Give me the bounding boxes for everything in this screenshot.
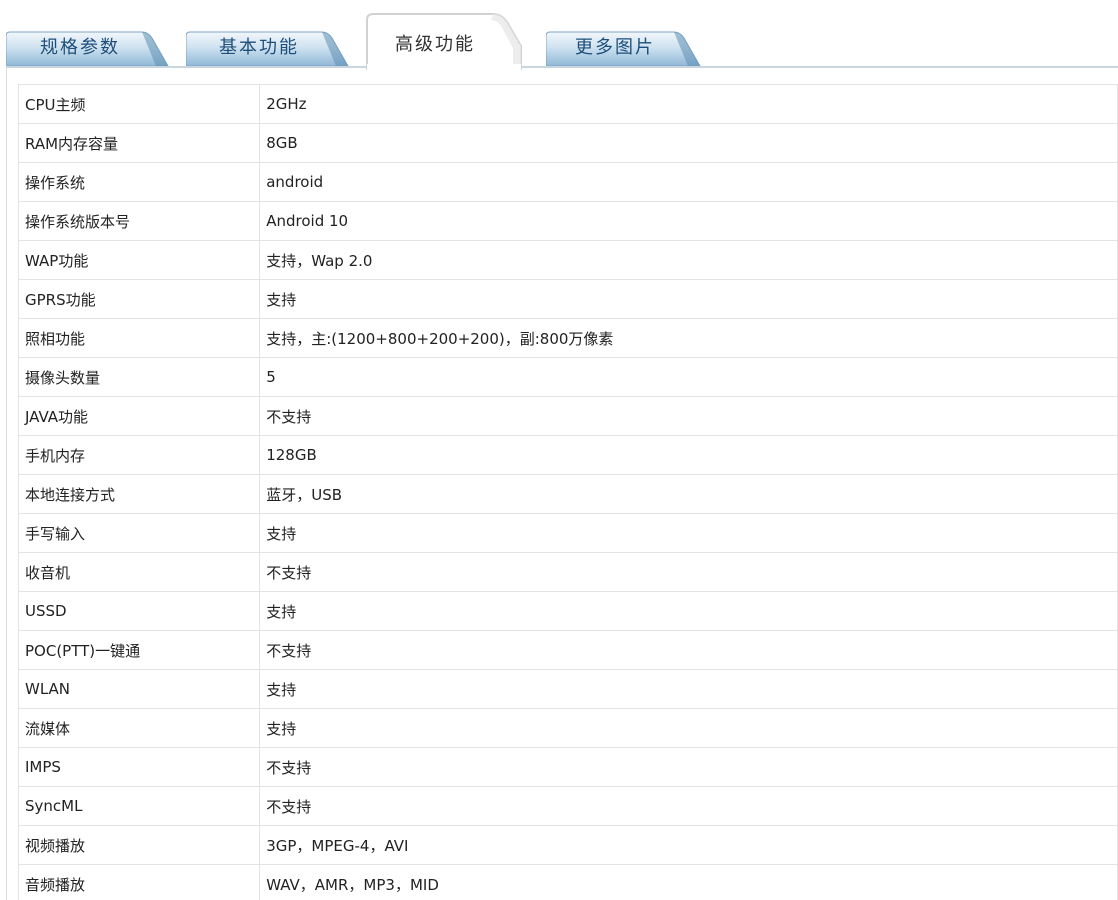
table-row: WAP功能 支持，Wap 2.0 [17, 240, 1118, 280]
spec-table: CPU主频 2GHz RAM内存容量 8GB 操作系统 android 操作系统版本号… [17, 84, 1118, 900]
table-row: CPU主频 2GHz [17, 84, 1118, 124]
spec-value: 3GP，MPEG-4，AVI [259, 825, 1118, 865]
spec-label: 操作系统版本号 [17, 201, 261, 241]
spec-value: 8GB [259, 123, 1118, 163]
table-row: JAVA功能 不支持 [17, 396, 1118, 436]
spec-value: 支持 [259, 513, 1118, 553]
table-row: USSD 支持 [17, 591, 1118, 631]
spec-label: 手机内存 [17, 435, 261, 475]
table-row: POC(PTT)一键通 不支持 [17, 630, 1118, 670]
spec-value: Android 10 [259, 201, 1118, 241]
tab-basic-features[interactable]: 基本功能 [186, 30, 350, 66]
spec-value: 支持，Wap 2.0 [259, 240, 1118, 280]
spec-value: 支持 [259, 669, 1118, 709]
tab-basic-features-label: 基本功能 [219, 37, 299, 58]
spec-value: 不支持 [259, 630, 1118, 670]
spec-value: WAV，AMR，MP3，MID [259, 864, 1118, 900]
spec-value: 不支持 [259, 396, 1118, 436]
spec-label: JAVA功能 [17, 396, 261, 436]
spec-label: POC(PTT)一键通 [17, 630, 261, 670]
spec-value: 128GB [259, 435, 1118, 475]
tab-advanced-features[interactable]: 高级功能 [365, 12, 525, 70]
table-row: 摄像头数量 5 [17, 357, 1118, 397]
table-row: IMPS 不支持 [17, 747, 1118, 787]
spec-label: WAP功能 [17, 240, 261, 280]
spec-label: USSD [17, 591, 261, 631]
tab-advanced-features-label: 高级功能 [395, 34, 475, 55]
spec-label: WLAN [17, 669, 261, 709]
spec-value: 不支持 [259, 552, 1118, 592]
table-row: 操作系统版本号 Android 10 [17, 201, 1118, 241]
tab-baseline [6, 66, 1118, 68]
spec-value: 支持 [259, 279, 1118, 319]
spec-label: 照相功能 [17, 318, 261, 358]
spec-label: CPU主频 [17, 84, 261, 124]
table-row: 收音机 不支持 [17, 552, 1118, 592]
spec-value: 支持，主:(1200+800+200+200)，副:800万像素 [259, 318, 1118, 358]
content-left-border [6, 68, 7, 900]
table-row: SyncML 不支持 [17, 786, 1118, 826]
table-row: RAM内存容量 8GB [17, 123, 1118, 163]
spec-value: 支持 [259, 591, 1118, 631]
table-row: 流媒体 支持 [17, 708, 1118, 748]
tab-more-images-label: 更多图片 [575, 37, 655, 58]
spec-label: GPRS功能 [17, 279, 261, 319]
table-row: 照相功能 支持，主:(1200+800+200+200)，副:800万像素 [17, 318, 1118, 358]
table-row: GPRS功能 支持 [17, 279, 1118, 319]
spec-label: RAM内存容量 [17, 123, 261, 163]
spec-value: 5 [259, 357, 1118, 397]
spec-label: 摄像头数量 [17, 357, 261, 397]
table-row: 手机内存 128GB [17, 435, 1118, 475]
table-row: 视频播放 3GP，MPEG-4，AVI [17, 825, 1118, 865]
table-row: 操作系统 android [17, 162, 1118, 202]
active-tab-gap [367, 64, 521, 70]
spec-value: android [259, 162, 1118, 202]
tab-more-images[interactable]: 更多图片 [546, 30, 702, 66]
tab-specs[interactable]: 规格参数 [6, 30, 170, 66]
spec-label: 本地连接方式 [17, 474, 261, 514]
spec-label: IMPS [17, 747, 261, 787]
spec-label: 操作系统 [17, 162, 261, 202]
spec-value: 不支持 [259, 747, 1118, 787]
table-row: 音频播放 WAV，AMR，MP3，MID [17, 864, 1118, 900]
table-row: WLAN 支持 [17, 669, 1118, 709]
spec-label: 音频播放 [17, 864, 261, 900]
spec-label: 视频播放 [17, 825, 261, 865]
spec-value: 不支持 [259, 786, 1118, 826]
spec-value: 2GHz [259, 84, 1118, 124]
spec-page: 规格参数 基本功能 高级功能 更多图片 CPU主频 2GHz RAM内存容量 8… [0, 0, 1118, 900]
spec-label: SyncML [17, 786, 261, 826]
spec-value: 蓝牙，USB [259, 474, 1118, 514]
table-row: 本地连接方式 蓝牙，USB [17, 474, 1118, 514]
spec-label: 收音机 [17, 552, 261, 592]
tab-bar: 规格参数 基本功能 高级功能 更多图片 [0, 0, 1118, 70]
tab-specs-label: 规格参数 [40, 37, 120, 58]
spec-label: 流媒体 [17, 708, 261, 748]
spec-table-body: CPU主频 2GHz RAM内存容量 8GB 操作系统 android 操作系统版本号… [17, 84, 1118, 900]
table-row: 手写输入 支持 [17, 513, 1118, 553]
spec-value: 支持 [259, 708, 1118, 748]
spec-label: 手写输入 [17, 513, 261, 553]
